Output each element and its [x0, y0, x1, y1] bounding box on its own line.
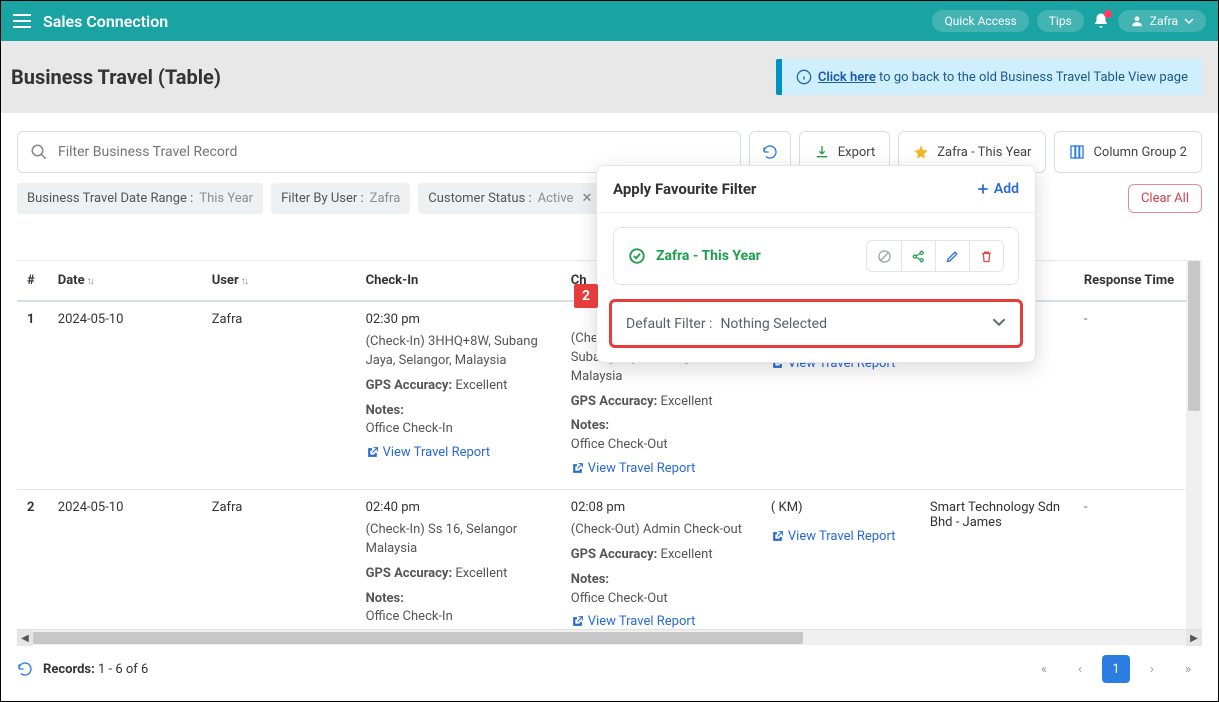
page-last[interactable]: »	[1174, 655, 1202, 683]
col-user[interactable]: User↑↓	[202, 261, 356, 301]
col-date[interactable]: Date↑↓	[48, 261, 202, 301]
page-current[interactable]: 1	[1102, 655, 1130, 683]
view-report-link[interactable]: View Travel Report	[571, 461, 696, 476]
clear-all-button[interactable]: Clear All	[1128, 184, 1202, 213]
chevron-down-icon	[992, 314, 1006, 333]
page-next[interactable]: ›	[1138, 655, 1166, 683]
records-value: 1 - 6 of 6	[98, 662, 148, 677]
vertical-scrollbar[interactable]	[1186, 261, 1202, 629]
user-menu[interactable]: Zafra	[1118, 10, 1206, 32]
app-title: Sales Connection	[43, 12, 168, 31]
tips-button[interactable]: Tips	[1037, 10, 1084, 32]
column-group-button[interactable]: Column Group 2	[1054, 131, 1202, 173]
table-row: 2 2024-05-10 Zafra 02:40 pm (Check-In) S…	[17, 490, 1197, 629]
chip-customer-status[interactable]: Customer Status : Active ✕	[418, 183, 602, 214]
add-favourite-button[interactable]: Add	[976, 181, 1019, 197]
col-checkin[interactable]: Check-In	[356, 261, 561, 301]
page-first[interactable]: «	[1030, 655, 1058, 683]
favourite-filter-popover: Apply Favourite Filter Add Zafra - This …	[596, 165, 1036, 363]
top-bar: Sales Connection Quick Access Tips Zafra	[1, 1, 1218, 41]
menu-icon[interactable]	[13, 14, 31, 28]
refresh-icon	[762, 144, 778, 160]
plus-icon	[976, 182, 990, 196]
refresh-icon[interactable]	[17, 661, 33, 677]
pagination-bar: Records: 1 - 6 of 6 « ‹ 1 › »	[1, 645, 1218, 693]
favourite-row[interactable]: Zafra - This Year	[613, 227, 1019, 285]
columns-icon	[1069, 144, 1085, 160]
subheader: Business Travel (Table) Click here to go…	[1, 41, 1218, 113]
chevron-down-icon	[1184, 16, 1194, 26]
notifications-icon[interactable]	[1092, 12, 1110, 30]
view-report-link[interactable]: View Travel Report	[366, 445, 491, 460]
chip-date-range[interactable]: Business Travel Date Range : This Year	[17, 183, 263, 214]
chip-remove-icon[interactable]: ✕	[581, 191, 592, 206]
horizontal-scrollbar[interactable]: ◀ ▶	[17, 629, 1202, 645]
share-icon[interactable]	[901, 241, 935, 271]
star-icon	[913, 144, 929, 160]
col-response[interactable]: Response Time	[1074, 261, 1197, 301]
legacy-link[interactable]: Click here	[818, 70, 876, 85]
delete-icon[interactable]	[969, 241, 1003, 271]
legacy-notice: Click here to go back to the old Busines…	[776, 59, 1202, 95]
favourite-name: Zafra - This Year	[656, 248, 761, 264]
page-prev[interactable]: ‹	[1066, 655, 1094, 683]
filter-input[interactable]	[58, 144, 728, 160]
edit-icon[interactable]	[935, 241, 969, 271]
unshare-icon[interactable]	[867, 241, 901, 271]
search-icon	[30, 143, 48, 161]
view-report-link[interactable]: View Travel Report	[771, 529, 896, 544]
user-name: Zafra	[1150, 14, 1178, 28]
quick-access-button[interactable]: Quick Access	[932, 10, 1028, 32]
col-idx: #	[17, 261, 48, 301]
info-icon	[796, 69, 812, 85]
callout-badge: 2	[574, 284, 598, 308]
download-icon	[814, 144, 830, 160]
popover-title: Apply Favourite Filter	[613, 180, 756, 198]
page-title: Business Travel (Table)	[11, 65, 221, 89]
default-filter-select[interactable]: Default Filter : Nothing Selected	[609, 299, 1023, 348]
external-link-icon	[366, 446, 379, 459]
records-label: Records:	[43, 662, 95, 677]
check-circle-icon	[628, 247, 646, 265]
view-report-link[interactable]: View Travel Report	[571, 614, 696, 629]
chip-filter-user[interactable]: Filter By User : Zafra	[271, 183, 410, 214]
